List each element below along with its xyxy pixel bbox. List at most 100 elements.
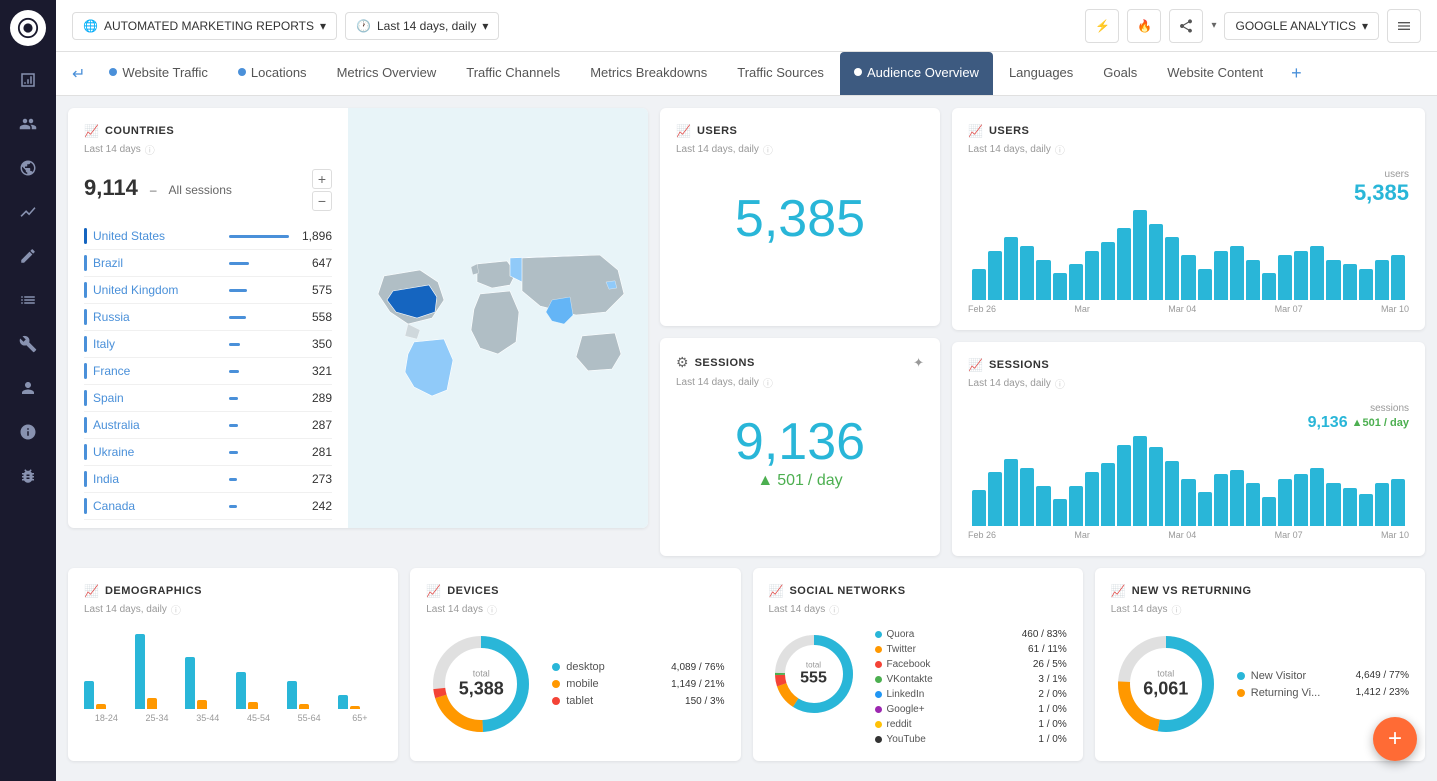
country-color-bar bbox=[84, 255, 87, 271]
globe-icon: 🌐 bbox=[83, 19, 98, 33]
demo-orange-bar bbox=[147, 698, 157, 709]
country-value: 289 bbox=[297, 391, 332, 405]
tab-website-content[interactable]: Website Content bbox=[1153, 52, 1277, 96]
tablet-dot bbox=[552, 697, 560, 705]
users-trend-icon: 📈 bbox=[676, 124, 691, 138]
tab-metrics-breakdowns[interactable]: Metrics Breakdowns bbox=[576, 52, 721, 96]
users-chart-trend-icon: 📈 bbox=[968, 124, 983, 138]
bar bbox=[1246, 260, 1260, 301]
country-name[interactable]: India bbox=[93, 472, 221, 486]
demo-orange-bar bbox=[248, 702, 258, 710]
report-dropdown[interactable]: 🌐 AUTOMATED MARKETING REPORTS ▾ bbox=[72, 12, 337, 40]
sidebar-person-icon[interactable] bbox=[10, 370, 46, 406]
sidebar-edit-icon[interactable] bbox=[10, 238, 46, 274]
countries-card: 📈 COUNTRIES Last 14 days ⓘ 9,114 – All s… bbox=[68, 108, 648, 528]
share-icon-btn[interactable] bbox=[1169, 9, 1203, 43]
country-name[interactable]: France bbox=[93, 364, 221, 378]
social-networks-card: 📈 SOCIAL NETWORKS Last 14 days ⓘ bbox=[753, 568, 1083, 761]
fire-icon-btn[interactable]: 🔥 bbox=[1127, 9, 1161, 43]
sidebar-globe-icon[interactable] bbox=[10, 150, 46, 186]
sessions-bar-chart bbox=[968, 436, 1409, 526]
social-legend-item: reddit 1 / 0% bbox=[875, 719, 1067, 730]
country-name[interactable]: Russia bbox=[93, 310, 221, 324]
sidebar-list-icon[interactable] bbox=[10, 282, 46, 318]
tab-languages[interactable]: Languages bbox=[995, 52, 1087, 96]
users-small-subtitle: Last 14 days, daily ⓘ bbox=[676, 142, 924, 157]
country-value: 287 bbox=[297, 418, 332, 432]
country-value: 350 bbox=[297, 337, 332, 351]
country-name[interactable]: United States bbox=[93, 229, 221, 243]
bar bbox=[1343, 264, 1357, 300]
social-name: LinkedIn bbox=[887, 689, 1034, 700]
menu-icon-btn[interactable] bbox=[1387, 9, 1421, 43]
gear-icon: ⚙ bbox=[676, 354, 689, 371]
demo-label: 18-24 bbox=[84, 713, 129, 723]
tab-metrics-overview[interactable]: Metrics Overview bbox=[323, 52, 451, 96]
tab-locations[interactable]: Locations bbox=[224, 52, 321, 96]
countries-total: 9,114 bbox=[84, 175, 138, 201]
social-name: VKontakte bbox=[887, 674, 1034, 685]
expand-btn[interactable]: + bbox=[312, 169, 332, 189]
sidebar-bug-icon[interactable] bbox=[10, 458, 46, 494]
demo-blue-bar bbox=[338, 695, 348, 709]
sidebar-info-icon[interactable] bbox=[10, 414, 46, 450]
google-analytics-dropdown[interactable]: GOOGLE ANALYTICS ▾ bbox=[1224, 12, 1379, 40]
desktop-dot bbox=[552, 663, 560, 671]
country-name[interactable]: Australia bbox=[93, 418, 221, 432]
demo-bar-group bbox=[287, 681, 332, 709]
tabbar: ↵ Website Traffic Locations Metrics Over… bbox=[56, 52, 1437, 96]
country-name[interactable]: Ukraine bbox=[93, 445, 221, 459]
sessions-small-header: ⚙ SESSIONS ✦ bbox=[676, 354, 924, 371]
tab-goals[interactable]: Goals bbox=[1089, 52, 1151, 96]
tab-label: Traffic Channels bbox=[466, 65, 560, 80]
users-chart-labels: Feb 26 Mar Mar 04 Mar 07 Mar 10 bbox=[968, 304, 1409, 314]
sidebar-people-icon[interactable] bbox=[10, 106, 46, 142]
tab-add-btn[interactable]: + bbox=[1283, 63, 1310, 84]
bar bbox=[1117, 445, 1131, 526]
demo-bar-group bbox=[84, 681, 129, 709]
sessions-settings-icon[interactable]: ✦ bbox=[913, 355, 924, 371]
devices-legend: desktop 4,089 / 76% mobile 1,149 / 21% t… bbox=[552, 661, 724, 707]
demo-label: 55-64 bbox=[287, 713, 332, 723]
social-name: Facebook bbox=[887, 659, 1028, 670]
date-dropdown[interactable]: 🕐 Last 14 days, daily ▾ bbox=[345, 12, 499, 40]
sidebar-chart-icon[interactable] bbox=[10, 62, 46, 98]
bar bbox=[1310, 246, 1324, 300]
country-name[interactable]: United Kingdom bbox=[93, 283, 221, 297]
tab-website-traffic[interactable]: Website Traffic bbox=[95, 52, 222, 96]
country-bar-wrap bbox=[229, 424, 289, 427]
tab-traffic-sources[interactable]: Traffic Sources bbox=[723, 52, 838, 96]
country-name[interactable]: Italy bbox=[93, 337, 221, 351]
bar bbox=[1359, 269, 1373, 301]
fab-button[interactable]: + bbox=[1373, 717, 1417, 761]
country-row: France 321 bbox=[84, 358, 332, 385]
social-trend-icon: 📈 bbox=[769, 584, 784, 598]
collapse-btn[interactable]: − bbox=[312, 191, 332, 211]
social-name: Twitter bbox=[887, 644, 1024, 655]
tab-audience-overview[interactable]: Audience Overview bbox=[840, 52, 993, 96]
countries-header: 📈 COUNTRIES bbox=[84, 124, 332, 138]
bar bbox=[1375, 260, 1389, 301]
logo[interactable] bbox=[10, 10, 46, 46]
country-name[interactable]: Brazil bbox=[93, 256, 221, 270]
devices-card: 📈 DEVICES Last 14 days ⓘ bbox=[410, 568, 740, 761]
country-bar bbox=[229, 397, 238, 400]
tab-traffic-channels[interactable]: Traffic Channels bbox=[452, 52, 574, 96]
country-color-bar bbox=[84, 282, 87, 298]
sidebar-analytics-icon[interactable] bbox=[10, 194, 46, 230]
tab-back-btn[interactable]: ↵ bbox=[64, 64, 93, 84]
country-bar-wrap bbox=[229, 397, 289, 400]
bar bbox=[1181, 479, 1195, 526]
sidebar-tools-icon[interactable] bbox=[10, 326, 46, 362]
legend-new-visitor: New Visitor 4,649 / 77% bbox=[1237, 670, 1409, 682]
demographics-card: 📈 DEMOGRAPHICS Last 14 days, daily ⓘ bbox=[68, 568, 398, 761]
country-name[interactable]: Canada bbox=[93, 499, 221, 513]
users-small-header: 📈 USERS bbox=[676, 124, 924, 138]
new-returning-center: total 6,061 bbox=[1143, 669, 1188, 700]
bar bbox=[1165, 461, 1179, 526]
social-dot bbox=[875, 661, 882, 668]
country-name[interactable]: Spain bbox=[93, 391, 221, 405]
demo-label: 25-34 bbox=[135, 713, 180, 723]
total-controls: + − bbox=[312, 169, 332, 211]
lightning-icon-btn[interactable]: ⚡ bbox=[1085, 9, 1119, 43]
